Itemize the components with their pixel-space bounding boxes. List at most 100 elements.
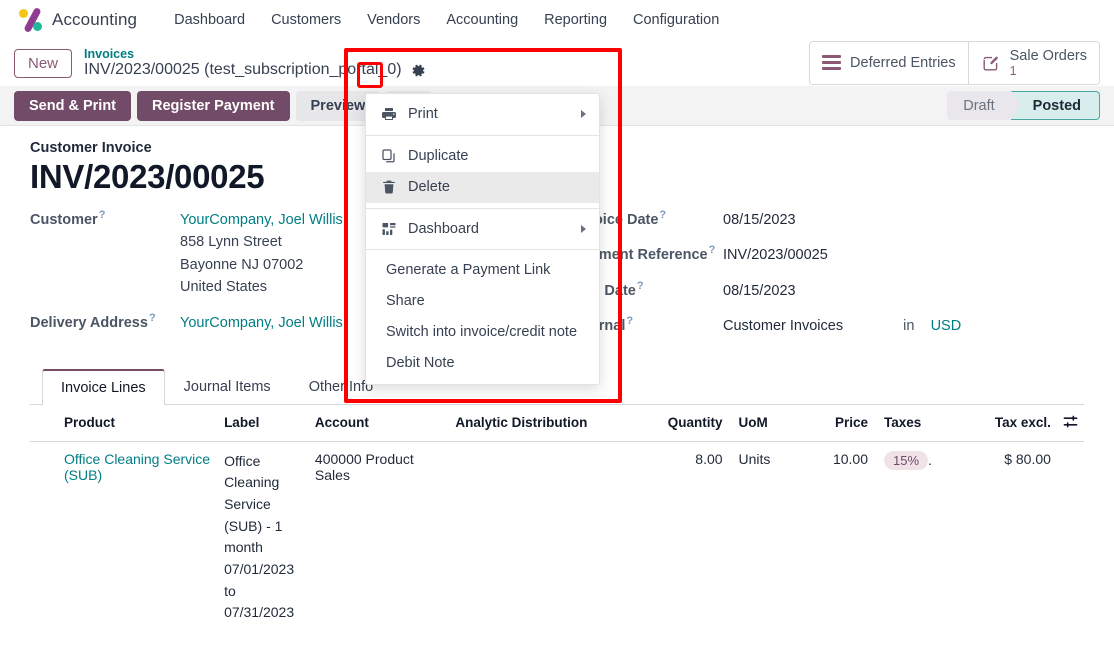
field-journal: Journal? Customer Invoices in USD	[573, 315, 1084, 337]
menu-item-duplicate-label: Duplicate	[408, 147, 468, 166]
status-step-posted[interactable]: Posted	[1011, 91, 1100, 120]
chevron-right-icon	[581, 110, 586, 118]
journal-name[interactable]: Customer Invoices	[723, 318, 843, 334]
menu-item-dashboard-label: Dashboard	[408, 220, 479, 239]
invoice-lines-table: Product Label Account Analytic Distribut…	[30, 405, 1084, 634]
register-payment-button[interactable]: Register Payment	[137, 91, 290, 121]
field-delivery-address-label: Delivery Address?	[30, 312, 180, 331]
trash-icon	[381, 179, 397, 195]
cell-label[interactable]: Office Cleaning Service (SUB) - 1 month …	[218, 441, 309, 633]
nav-item-dashboard[interactable]: Dashboard	[161, 6, 258, 34]
nav-item-configuration[interactable]: Configuration	[620, 6, 732, 34]
cell-options	[1057, 441, 1084, 633]
menu-item-delete[interactable]: Delete	[366, 172, 599, 203]
menu-item-print[interactable]: Print	[366, 99, 599, 130]
field-due-date: Due Date? 08/15/2023	[573, 280, 1084, 302]
help-icon[interactable]: ?	[626, 315, 633, 327]
customer-address-line-3: United States	[180, 276, 343, 298]
list-lines-icon	[822, 55, 841, 70]
menu-separator	[366, 135, 599, 136]
chevron-right-icon	[581, 225, 586, 233]
field-due-date-value[interactable]: 08/15/2023	[723, 280, 796, 302]
help-icon[interactable]: ?	[99, 209, 106, 221]
new-button[interactable]: New	[14, 49, 72, 78]
field-invoice-date-value[interactable]: 08/15/2023	[723, 209, 796, 231]
odoo-logo-icon[interactable]	[18, 6, 46, 34]
top-navbar: Accounting Dashboard Customers Vendors A…	[0, 0, 1114, 40]
cell-product[interactable]: Office Cleaning Service (SUB)	[30, 441, 218, 633]
menu-item-dashboard[interactable]: Dashboard	[366, 214, 599, 245]
breadcrumb: Invoices INV/2023/00025 (test_subscripti…	[84, 47, 428, 80]
field-journal-value: Customer Invoices in USD	[723, 315, 961, 337]
sliders-icon[interactable]	[1063, 417, 1078, 432]
nav-item-reporting[interactable]: Reporting	[531, 6, 620, 34]
menu-item-switch-invoice-credit-note[interactable]: Switch into invoice/credit note	[366, 317, 599, 348]
status-badge: 15%	[884, 451, 928, 470]
cell-uom[interactable]: Units	[729, 441, 814, 633]
field-payment-reference-value[interactable]: INV/2023/00025	[723, 244, 828, 266]
menu-item-duplicate[interactable]: Duplicate	[366, 141, 599, 172]
column-options-header	[1057, 405, 1084, 442]
menu-item-delete-label: Delete	[408, 178, 450, 197]
menu-item-debit-note[interactable]: Debit Note	[366, 348, 599, 379]
help-icon[interactable]: ?	[149, 312, 156, 324]
menu-separator	[366, 208, 599, 209]
column-header-analytic-distribution[interactable]: Analytic Distribution	[449, 405, 651, 442]
app-brand-title[interactable]: Accounting	[52, 10, 137, 30]
help-icon[interactable]: ?	[709, 244, 716, 256]
stat-button-sale-orders-label: Sale Orders	[1010, 48, 1087, 64]
journal-currency-separator: in	[903, 318, 914, 334]
breadcrumb-current: INV/2023/00025 (test_subscription_portal…	[84, 61, 428, 80]
menu-separator	[366, 249, 599, 250]
breadcrumb-current-label: INV/2023/00025 (test_subscription_portal…	[84, 61, 402, 79]
cell-taxes-suffix: .	[928, 452, 932, 468]
tab-journal-items[interactable]: Journal Items	[165, 369, 290, 405]
nav-item-accounting[interactable]: Accounting	[433, 6, 531, 34]
control-panel-top: New Invoices INV/2023/00025 (test_subscr…	[0, 40, 1114, 86]
nav-item-customers[interactable]: Customers	[258, 6, 354, 34]
column-header-account[interactable]: Account	[309, 405, 449, 442]
column-header-product[interactable]: Product	[30, 405, 218, 442]
stat-button-sale-orders-value: 1	[1010, 64, 1087, 78]
copy-icon	[381, 148, 397, 164]
nav-item-vendors[interactable]: Vendors	[354, 6, 433, 34]
invoice-lines-header: Product Label Account Analytic Distribut…	[30, 405, 1084, 442]
column-header-taxes[interactable]: Taxes	[874, 405, 978, 442]
column-header-uom[interactable]: UoM	[729, 405, 814, 442]
breadcrumb-parent-invoices[interactable]: Invoices	[84, 47, 428, 61]
stat-buttons-area: Deferred Entries Sale Orders 1	[809, 41, 1100, 85]
cell-quantity[interactable]: 8.00	[652, 441, 729, 633]
cell-analytic-distribution[interactable]	[449, 441, 651, 633]
customer-link[interactable]: YourCompany, Joel Willis	[180, 209, 343, 231]
field-customer-label: Customer?	[30, 209, 180, 228]
send-and-print-button[interactable]: Send & Print	[14, 91, 131, 121]
column-header-price[interactable]: Price	[814, 405, 874, 442]
cell-account[interactable]: 400000 Product Sales	[309, 441, 449, 633]
table-row[interactable]: Office Cleaning Service (SUB) Office Cle…	[30, 441, 1084, 633]
column-header-label[interactable]: Label	[218, 405, 309, 442]
dashboard-grid-icon	[381, 221, 397, 237]
delivery-address-link[interactable]: YourCompany, Joel Willis	[180, 312, 343, 334]
help-icon[interactable]: ?	[659, 209, 666, 221]
column-header-tax-excl[interactable]: Tax excl.	[978, 405, 1057, 442]
tab-invoice-lines[interactable]: Invoice Lines	[42, 369, 165, 405]
gear-icon[interactable]	[409, 61, 428, 80]
stat-button-sale-orders[interactable]: Sale Orders 1	[968, 42, 1099, 84]
status-step-draft[interactable]: Draft	[947, 91, 1010, 120]
stat-button-deferred-entries-label: Deferred Entries	[850, 55, 956, 71]
cell-taxes[interactable]: 15%.	[874, 441, 978, 633]
invoice-lines-body: Office Cleaning Service (SUB) Office Cle…	[30, 441, 1084, 633]
menu-item-generate-payment-link[interactable]: Generate a Payment Link	[366, 255, 599, 286]
product-link[interactable]: Office Cleaning Service (SUB)	[64, 451, 210, 483]
stat-button-deferred-entries[interactable]: Deferred Entries	[810, 42, 968, 84]
field-customer-value: YourCompany, Joel Willis 858 Lynn Street…	[180, 209, 343, 299]
menu-item-share[interactable]: Share	[366, 286, 599, 317]
cog-dropdown-menu: Print Duplicate Delete	[365, 93, 600, 385]
table-header-row: Product Label Account Analytic Distribut…	[30, 405, 1084, 442]
cell-tax-excl[interactable]: $ 80.00	[978, 441, 1057, 633]
cell-price[interactable]: 10.00	[814, 441, 874, 633]
printer-icon	[381, 106, 397, 122]
help-icon[interactable]: ?	[637, 280, 644, 292]
journal-currency[interactable]: USD	[931, 318, 962, 334]
column-header-quantity[interactable]: Quantity	[652, 405, 729, 442]
